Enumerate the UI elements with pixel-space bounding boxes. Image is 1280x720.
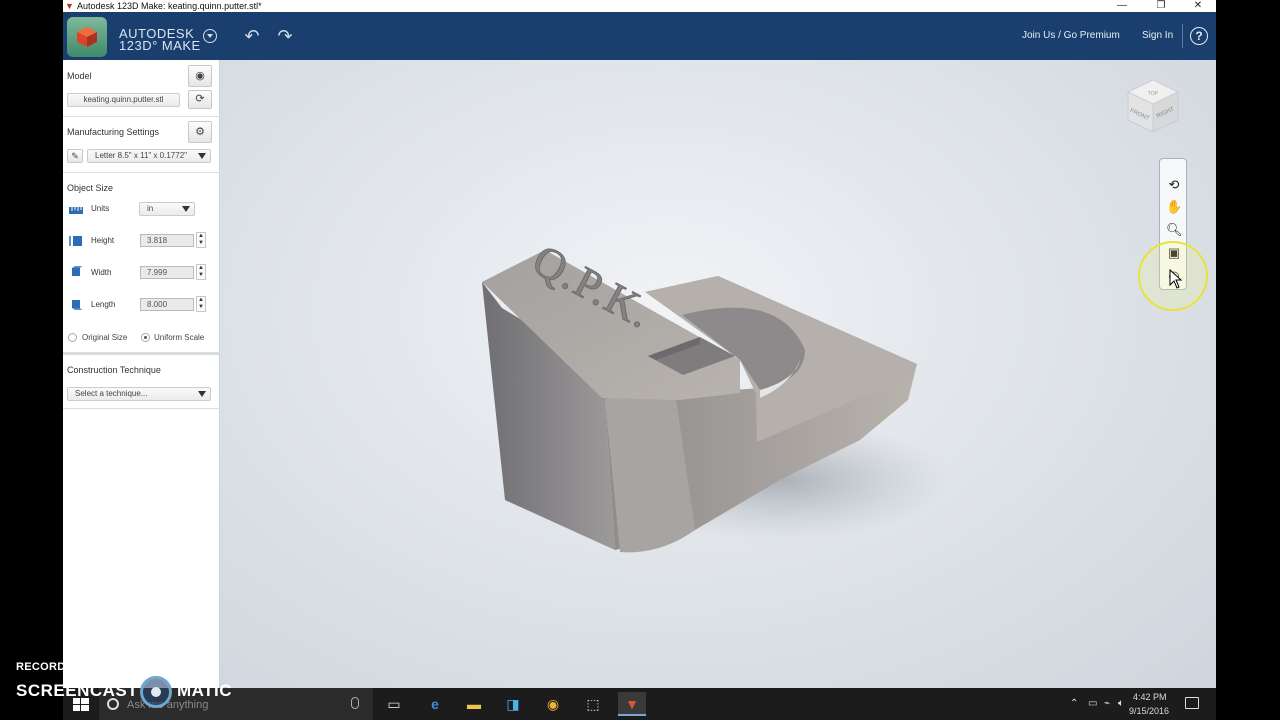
header-divider [1182, 24, 1183, 48]
width-stepper[interactable]: ▲ ▼ [196, 264, 206, 280]
store-icon[interactable]: ◨ [499, 692, 527, 716]
edge-icon[interactable]: e [421, 692, 449, 716]
technique-placeholder: Select a technique... [75, 389, 148, 398]
tray-chevron-icon[interactable]: ⌃ [1070, 698, 1078, 709]
original-size-radio[interactable] [68, 333, 77, 342]
height-field[interactable]: 3.818 [140, 234, 194, 247]
network-icon[interactable]: ▭ [1088, 698, 1097, 709]
join-premium-link[interactable]: Join Us / Go Premium [1022, 30, 1120, 41]
length-stepper[interactable]: ▲ ▼ [196, 296, 206, 312]
orbit-icon[interactable]: ⟲ [1166, 177, 1182, 193]
height-icon [69, 236, 82, 246]
close-button[interactable]: ✕ [1180, 0, 1216, 12]
settings-panel: Model ◉ keating.quinn.putter.stl ⟳ Manuf… [63, 60, 220, 688]
settings-gear-icon[interactable]: ⚙ [188, 121, 212, 143]
action-center-icon[interactable] [1185, 697, 1199, 709]
power-icon[interactable]: ⌁ [1104, 698, 1110, 709]
brand-product: 123D° MAKE [119, 38, 201, 53]
length-field[interactable]: 8.000 [140, 298, 194, 311]
technique-dropdown[interactable]: Select a technique... [67, 387, 211, 401]
restore-button[interactable]: ❐ [1143, 0, 1179, 12]
pan-icon[interactable]: ✋ [1166, 199, 1182, 215]
3d-viewport[interactable]: Q.P.K. TOP FRONT RIGHT ⟲ ✋ 🔍︎ ▣ ◎ [220, 60, 1216, 688]
uniform-scale-radio[interactable] [141, 333, 150, 342]
units-value: in [147, 204, 154, 213]
task-view-icon[interactable]: ▭ [380, 692, 408, 716]
minimize-button[interactable]: — [1104, 0, 1140, 12]
windows-taskbar: Ask me anything ▭ e ▬ ◨ ◉ ⬚ ▼ ⌃ ▭ ⌁ 🔈︎ 4… [63, 688, 1216, 720]
app-header: AUTODESK 123D° MAKE ↶ ↷ Join Us / Go Pre… [63, 12, 1216, 60]
divider [63, 116, 220, 117]
length-icon [72, 300, 82, 310]
chevron-down-icon [182, 206, 190, 212]
section-divider [63, 352, 220, 355]
mouse-pointer-icon [1169, 269, 1183, 289]
height-stepper[interactable]: ▲ ▼ [196, 232, 206, 248]
window-title-bar: ▼ Autodesk 123D Make: keating.quinn.putt… [63, 0, 1216, 12]
zoom-icon[interactable]: 🔍︎ [1166, 222, 1183, 238]
length-label: Length [91, 300, 116, 309]
uniform-scale-label: Uniform Scale [154, 333, 205, 342]
3d-model[interactable]: Q.P.K. [220, 60, 1216, 688]
watermark-screencast: SCREENCAST [16, 681, 139, 700]
app-icon: ▼ [65, 1, 74, 11]
left-letterbox [0, 0, 63, 688]
help-icon[interactable]: ? [1190, 27, 1208, 45]
manufacturing-settings-label: Manufacturing Settings [67, 127, 160, 137]
snipping-tool-icon[interactable]: ⬚ [579, 692, 607, 716]
microphone-icon[interactable] [351, 697, 359, 709]
model-file-button[interactable]: keating.quinn.putter.stl [67, 93, 180, 107]
screen: ▼ Autodesk 123D Make: keating.quinn.putt… [0, 0, 1280, 720]
width-field[interactable]: 7.999 [140, 266, 194, 279]
123d-make-icon[interactable]: ▼ [618, 692, 646, 716]
units-dropdown[interactable]: in [139, 202, 195, 216]
original-size-label: Original Size [82, 333, 128, 342]
view-cube[interactable]: TOP FRONT RIGHT [1122, 76, 1184, 138]
chevron-down-icon [198, 153, 206, 159]
units-ruler-icon [69, 207, 83, 214]
taskbar-time[interactable]: 4:42 PM [1133, 692, 1167, 702]
file-explorer-icon[interactable]: ▬ [460, 692, 488, 716]
right-letterbox [1216, 0, 1280, 688]
view-cube-top-label: TOP [1148, 91, 1159, 97]
logo-cube-icon [77, 27, 97, 47]
window-title: Autodesk 123D Make: keating.quinn.putter… [77, 1, 262, 11]
divider [63, 172, 220, 173]
undo-icon[interactable]: ↶ [241, 27, 263, 45]
construction-technique-label: Construction Technique [67, 365, 161, 375]
app-menu-dropdown-icon[interactable] [203, 29, 217, 43]
reload-icon[interactable]: ⟳ [188, 90, 212, 109]
chrome-icon[interactable]: ◉ [539, 692, 567, 716]
volume-icon[interactable]: 🔈︎ [1118, 698, 1124, 709]
width-icon [72, 266, 82, 276]
sign-in-link[interactable]: Sign In [1142, 30, 1173, 41]
edit-pencil-icon[interactable]: ✎ [67, 149, 83, 163]
chevron-down-icon [198, 391, 206, 397]
watermark-matic: MATIC [177, 681, 233, 700]
units-label: Units [91, 204, 110, 213]
app-logo[interactable] [67, 17, 107, 57]
visibility-eye-icon[interactable]: ◉ [188, 65, 212, 87]
watermark-recorded-with: RECORDED WITH [16, 661, 115, 673]
object-size-label: Object Size [67, 183, 114, 193]
redo-icon[interactable]: ↷ [274, 27, 296, 45]
taskbar-date[interactable]: 9/15/2016 [1129, 706, 1169, 716]
sheet-size-value: Letter 8.5" x 11" x 0.1772" [95, 151, 187, 160]
divider [63, 408, 220, 409]
model-label: Model [67, 71, 92, 81]
height-label: Height [91, 236, 115, 245]
sheet-size-dropdown[interactable]: Letter 8.5" x 11" x 0.1772" [87, 149, 211, 163]
screencast-logo-icon [140, 676, 172, 708]
width-label: Width [91, 268, 112, 277]
